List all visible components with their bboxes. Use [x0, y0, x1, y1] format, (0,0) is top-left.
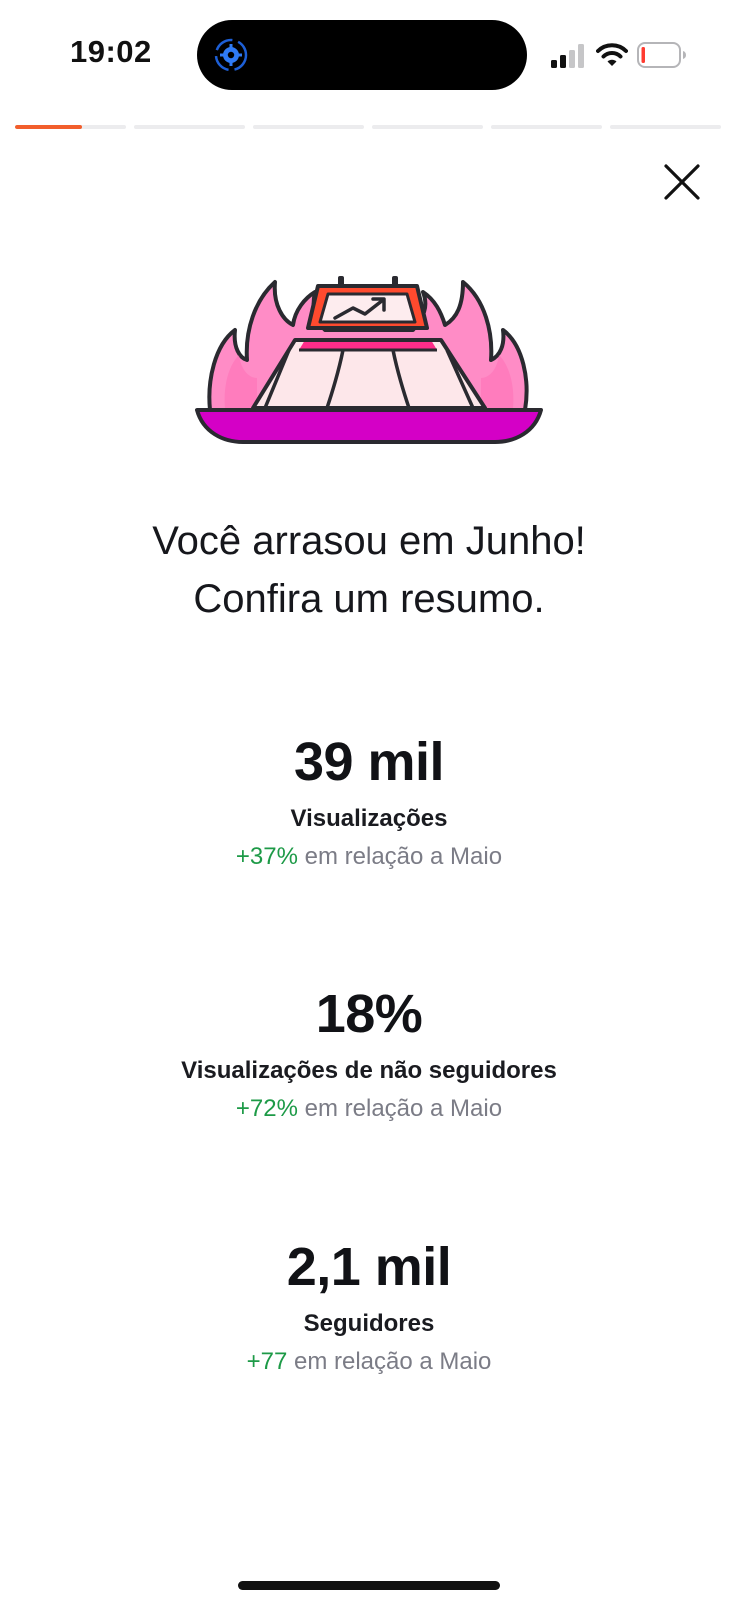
- headline: Você arrasou em Junho! Confira um resumo…: [0, 512, 738, 628]
- stat-label: Seguidores: [303, 1310, 435, 1337]
- stat-label: Visualizações: [290, 805, 448, 832]
- status-time: 19:02: [70, 34, 152, 69]
- stat-delta: +72%: [235, 1095, 298, 1122]
- fire-trending-chart-icon: [195, 276, 543, 444]
- stat-label: Visualizações de não seguidores: [181, 1057, 557, 1084]
- stat-value: 39 mil: [293, 732, 445, 792]
- stat-delta: +37%: [235, 843, 298, 870]
- stat-value: 18%: [315, 984, 423, 1044]
- stat-followers: 2,1 mil Seguidores +77 em relação a Maio: [0, 1235, 738, 1379]
- close-button[interactable]: [660, 160, 704, 204]
- stat-change: +37% em relação a Maio: [0, 840, 738, 874]
- stat-change: +72% em relação a Maio: [0, 1092, 738, 1126]
- stat-comparison: em relação a Maio: [304, 1095, 503, 1122]
- status-bar: 19:02: [0, 0, 738, 110]
- cellular-signal-icon: [551, 44, 584, 68]
- story-segment-4: [372, 125, 483, 129]
- dynamic-island: [197, 20, 527, 90]
- stat-comparison: em relação a Maio: [304, 843, 503, 870]
- story-progress: [15, 125, 721, 129]
- story-segment-3: [253, 125, 364, 129]
- stat-value: 2,1 mil: [286, 1237, 452, 1297]
- home-indicator[interactable]: [238, 1581, 500, 1590]
- sync-gear-icon: [214, 38, 248, 72]
- story-segment-6: [610, 125, 721, 129]
- stat-non-follower-views: 18% Visualizações de não seguidores +72%…: [0, 982, 738, 1126]
- stat-views: 39 mil Visualizações +37% em relação a M…: [0, 730, 738, 874]
- story-segment-5: [491, 125, 602, 129]
- story-segment-1: [15, 125, 126, 129]
- headline-line-2: Confira um resumo.: [193, 577, 545, 621]
- close-icon: [664, 164, 700, 200]
- stat-change: +77 em relação a Maio: [0, 1345, 738, 1379]
- stat-comparison: em relação a Maio: [293, 1348, 492, 1375]
- story-segment-2: [134, 125, 245, 129]
- headline-line-1: Você arrasou em Junho!: [152, 519, 586, 563]
- stat-delta: +77: [246, 1348, 288, 1375]
- wifi-icon: [596, 43, 628, 66]
- story-segment-fill: [15, 125, 82, 129]
- battery-low-icon: [637, 42, 686, 68]
